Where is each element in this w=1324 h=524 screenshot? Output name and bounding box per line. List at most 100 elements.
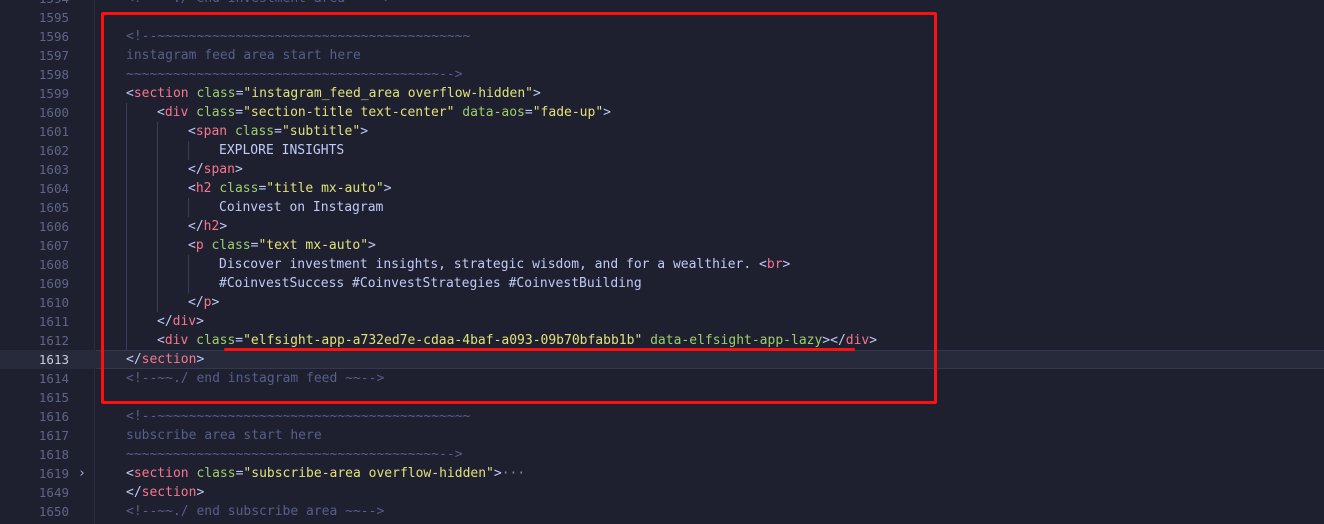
code-line[interactable]: 1604 <h2 class="title mx-auto">	[0, 179, 1324, 198]
code-line[interactable]: 1602 EXPLORE INSIGHTS	[0, 141, 1324, 160]
line-code: <p class="text mx-auto">	[188, 236, 376, 255]
code-token: <	[126, 466, 134, 481]
code-token: >	[196, 485, 205, 500]
code-token: h2	[203, 219, 220, 234]
code-line[interactable]: 1615	[0, 388, 1324, 407]
code-token: </	[126, 352, 142, 367]
line-code: <!--~~./ end investment area ~~-->	[126, 0, 392, 8]
indent-guide	[157, 236, 158, 255]
code-token: <	[188, 238, 196, 253]
code-line[interactable]: 1610 </p>	[0, 293, 1324, 312]
code-line[interactable]: 1594 <!--~~./ end investment area ~~-->	[0, 0, 1324, 8]
code-line[interactable]: 1600 <div class="section-title text-cente…	[0, 103, 1324, 122]
code-line[interactable]: 1608 Discover investment insights, strate…	[0, 255, 1324, 274]
code-line[interactable]: 1617 subscribe area start here	[0, 426, 1324, 445]
code-token: =	[235, 105, 244, 120]
code-line[interactable]: 1618 ~~~~~~~~~~~~~~~~~~~~~~~~~~~~~~~~~~~~…	[0, 445, 1324, 464]
line-number: 1649	[38, 485, 69, 500]
line-code: Coinvest on Instagram	[219, 198, 383, 217]
code-line[interactable]: 1599 <section class="instagram_feed_area …	[0, 84, 1324, 103]
code-token: br	[766, 257, 783, 272]
code-line[interactable]: 1603 </span>	[0, 160, 1324, 179]
line-code: ~~~~~~~~~~~~~~~~~~~~~~~~~~~~~~~~~~~~~~~~…	[126, 65, 463, 84]
highlight-underline	[224, 348, 855, 351]
code-line[interactable]: 1649 </section>	[0, 483, 1324, 502]
line-code: </section>	[126, 350, 204, 369]
indent-guide	[188, 198, 189, 217]
line-number: 1599	[38, 86, 69, 101]
code-token: class	[234, 124, 275, 139]
indent-guide	[188, 274, 189, 293]
code-line[interactable]: 1611 </div>	[0, 312, 1324, 331]
line-code: </section>	[126, 483, 204, 502]
code-line[interactable]: 1605 Coinvest on Instagram	[0, 198, 1324, 217]
code-token: >	[196, 314, 204, 329]
code-line[interactable]: 1613 </section>	[0, 350, 1324, 369]
code-line[interactable]: 1614 <!--~~./ end instagram feed ~~-->	[0, 369, 1324, 388]
line-number: 1613	[38, 352, 69, 367]
code-line[interactable]: 1619 › <section class="subscribe-area over…	[0, 464, 1324, 483]
code-line[interactable]: 1597 instagram feed area start here	[0, 46, 1324, 65]
line-number: 1606	[38, 219, 69, 234]
code-token: "fade-up"	[532, 105, 604, 120]
line-number: 1614	[38, 371, 69, 386]
line-number: 1605	[38, 200, 69, 215]
line-number: 1608	[38, 257, 69, 272]
code-token: <	[188, 181, 196, 196]
code-line[interactable]: 1609 #CoinvestSuccess #CoinvestStrategies…	[0, 274, 1324, 293]
code-token: <!--~~~~~~~~~~~~~~~~~~~~~~~~~~~~~~~~~~~~…	[126, 29, 471, 44]
code-token: =	[524, 105, 533, 120]
line-number: 1603	[38, 162, 69, 177]
line-code: <h2 class="title mx-auto">	[188, 179, 392, 198]
indent-guide	[126, 274, 127, 293]
code-line[interactable]: 1650 <!--~~./ end subscribe area ~~-->	[0, 502, 1324, 521]
code-token: <	[759, 257, 767, 272]
code-token: section	[141, 352, 197, 367]
code-token: =	[274, 124, 282, 139]
code-token: </	[188, 219, 204, 234]
line-number: 1610	[38, 295, 69, 310]
line-code: <!--~~~~~~~~~~~~~~~~~~~~~~~~~~~~~~~~~~~~…	[126, 27, 470, 46]
line-number: 1617	[38, 428, 69, 443]
code-token: "text mx-auto"	[258, 238, 369, 253]
code-token: >	[869, 333, 878, 348]
indent-guide	[157, 198, 158, 217]
line-number: 1594	[0, 0, 69, 8]
code-line[interactable]: 1606 </h2>	[0, 217, 1324, 236]
line-number: 1619	[38, 466, 69, 481]
code-token: div	[164, 105, 189, 120]
code-line[interactable]: 1595	[0, 8, 1324, 27]
code-line[interactable]: 1601 <span class="subtitle">	[0, 122, 1324, 141]
indent-guide	[126, 160, 127, 179]
code-editor[interactable]: 1594<!--~~./ end investment area ~~-->15…	[0, 0, 1324, 521]
code-token: <!--~~~~~~~~~~~~~~~~~~~~~~~~~~~~~~~~~~~~…	[126, 409, 471, 424]
line-number: 1607	[38, 238, 69, 253]
line-number: 1597	[38, 48, 69, 63]
code-token: </	[126, 485, 142, 500]
code-token: div	[845, 333, 870, 348]
code-token: >	[782, 257, 791, 272]
line-code: <span class="subtitle">	[188, 122, 368, 141]
code-token: =	[235, 333, 244, 348]
code-line[interactable]: 1598 ~~~~~~~~~~~~~~~~~~~~~~~~~~~~~~~~~~~~…	[0, 65, 1324, 84]
code-token: <	[188, 124, 196, 139]
line-number: 1602	[38, 143, 69, 158]
code-line[interactable]: 1607 <p class="text mx-auto">	[0, 236, 1324, 255]
code-token: <!--~~./ end subscribe area ~~-->	[126, 504, 385, 519]
indent-guide	[157, 217, 158, 236]
code-line[interactable]: 1616 <!--~~~~~~~~~~~~~~~~~~~~~~~~~~~~~~~~…	[0, 407, 1324, 426]
line-number: 1612	[38, 333, 69, 348]
line-number: 1596	[38, 29, 69, 44]
code-line[interactable]: 1596 <!--~~~~~~~~~~~~~~~~~~~~~~~~~~~~~~~~…	[0, 27, 1324, 46]
code-token: section	[133, 86, 189, 101]
code-token: "subtitle"	[281, 124, 361, 139]
chevron-right-icon[interactable]: ›	[78, 464, 86, 483]
line-code: </p>	[188, 293, 219, 312]
code-token: section	[141, 485, 197, 500]
indent-guide	[188, 255, 189, 274]
code-token: >	[533, 86, 541, 101]
